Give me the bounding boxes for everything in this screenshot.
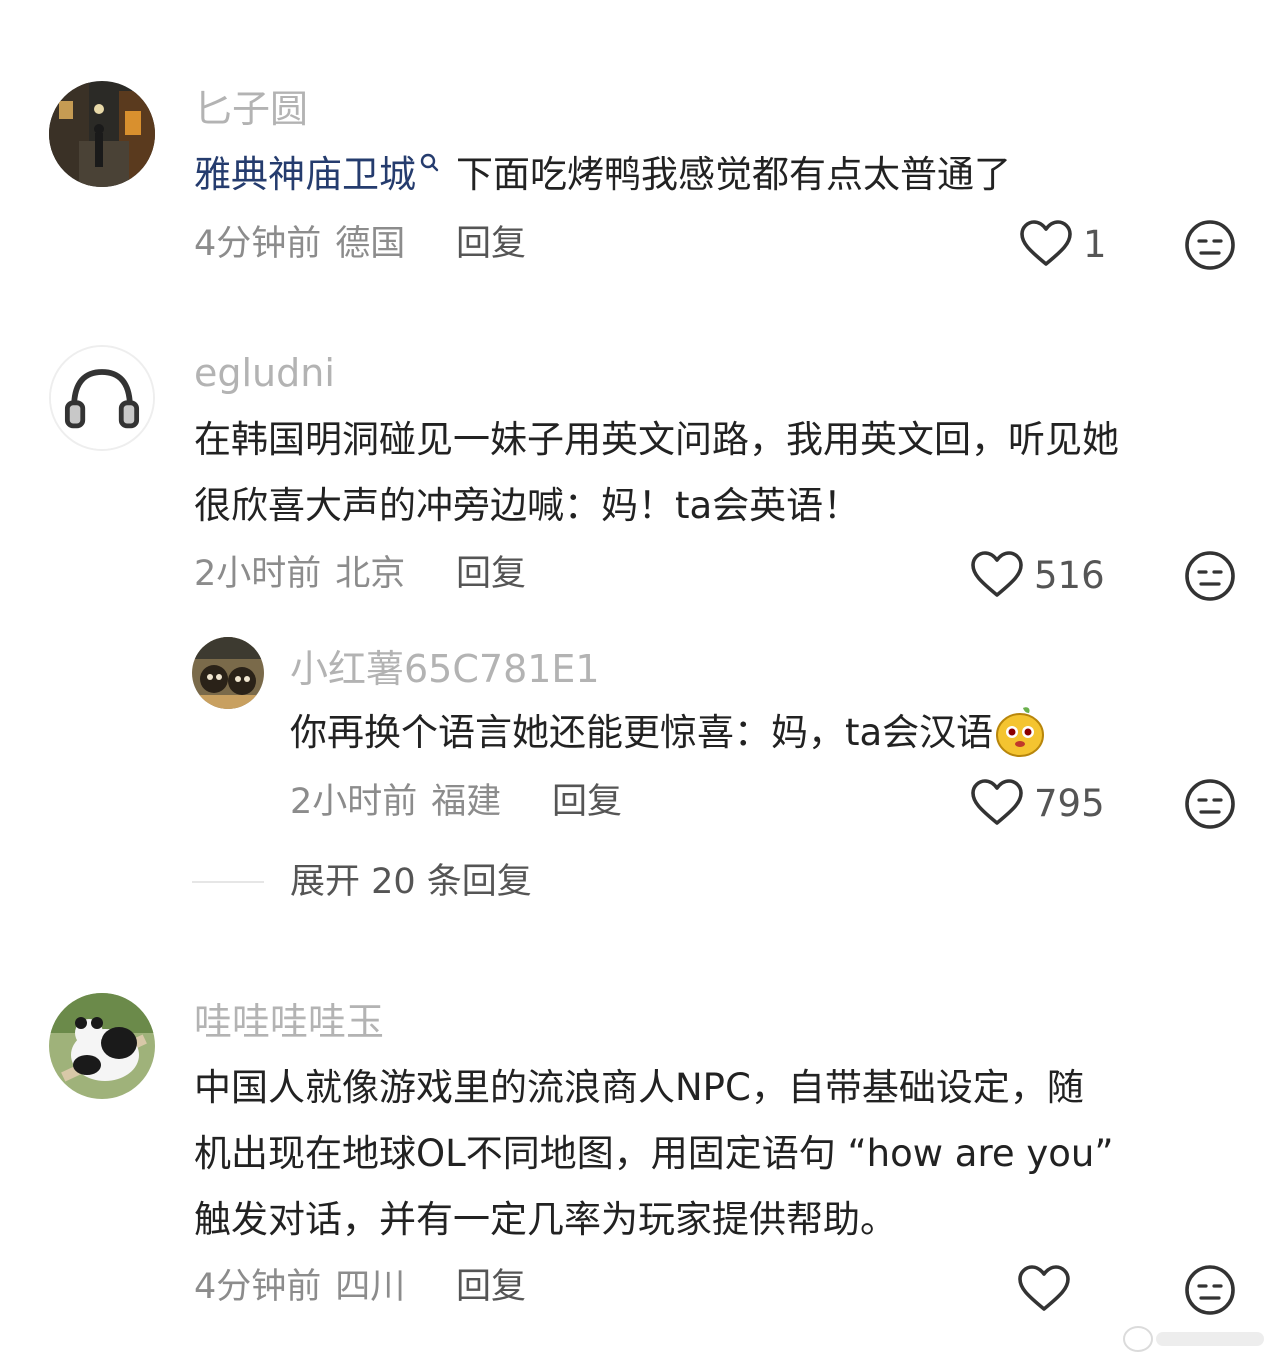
username[interactable]: egludni bbox=[194, 354, 335, 392]
comment-text-line-2: 机出现在地球OL不同地图，用固定语句 “how are you” bbox=[194, 1132, 1114, 1175]
reply-text: 你再换个语言她还能更惊喜：妈，ta会汉语 bbox=[290, 700, 1047, 766]
username[interactable]: 匕子圆 bbox=[194, 90, 308, 128]
like-button[interactable]: 516 bbox=[970, 551, 1105, 599]
heart-outline-icon bbox=[971, 551, 1023, 597]
headphones-avatar-icon bbox=[51, 347, 153, 449]
comment-text-line-1: 中国人就像游戏里的流浪商人NPC，自带基础设定，随 bbox=[194, 1066, 1084, 1109]
avatar-street-night-image bbox=[49, 81, 155, 187]
potato-emoji bbox=[996, 706, 1045, 757]
heart-outline-icon bbox=[1018, 1265, 1070, 1311]
reply-meta: 2小时前 福建 bbox=[290, 785, 501, 820]
heart-outline-icon bbox=[971, 779, 1023, 825]
neutral-face-icon bbox=[1185, 220, 1235, 270]
mention-link[interactable]: 雅典神庙卫城 bbox=[194, 153, 416, 196]
search-icon bbox=[420, 153, 439, 172]
neutral-face-icon bbox=[1185, 1265, 1235, 1315]
dislike-button[interactable] bbox=[1184, 778, 1236, 830]
comment-text-line-3: 触发对话，并有一定几率为玩家提供帮助。 bbox=[194, 1198, 897, 1241]
dislike-button[interactable] bbox=[1184, 219, 1236, 271]
reply-button[interactable]: 回复 bbox=[456, 557, 526, 592]
comment-text: 雅典神庙卫城 下面吃烤鸭我感觉都有点太普通了 bbox=[194, 142, 1011, 208]
avatar-panda-image bbox=[49, 993, 155, 1099]
avatar[interactable] bbox=[49, 81, 155, 187]
comment-text-body: 下面吃烤鸭我感觉都有点太普通了 bbox=[456, 153, 1011, 196]
neutral-face-icon bbox=[1185, 779, 1235, 829]
avatar-bears-image bbox=[192, 637, 264, 709]
reply-avatar[interactable] bbox=[192, 637, 264, 709]
watermark-logo bbox=[1123, 1326, 1264, 1352]
like-count: 795 bbox=[1034, 781, 1105, 825]
reply-username[interactable]: 小红薯65C781E1 bbox=[290, 650, 600, 688]
like-count: 516 bbox=[1034, 553, 1105, 597]
location: 北京 bbox=[335, 554, 406, 594]
comment-meta: 4分钟前 四川 bbox=[194, 1270, 405, 1305]
like-count: 1 bbox=[1083, 222, 1107, 266]
timestamp: 4分钟前 bbox=[194, 1267, 322, 1307]
comment-text-line-1: 在韩国明洞碰见一妹子用英文问路，我用英文回，听见她 bbox=[194, 418, 1119, 461]
username[interactable]: 哇哇哇哇玉 bbox=[194, 1003, 384, 1041]
reply-button[interactable]: 回复 bbox=[456, 227, 526, 262]
timestamp: 2小时前 bbox=[194, 554, 322, 594]
comment-meta: 2小时前 北京 bbox=[194, 557, 405, 592]
dislike-button[interactable] bbox=[1184, 1264, 1236, 1316]
location: 福建 bbox=[431, 782, 502, 822]
reply-button[interactable]: 回复 bbox=[552, 785, 622, 820]
reply-text-body: 你再换个语言她还能更惊喜：妈，ta会汉语 bbox=[290, 711, 994, 754]
comment-1: 匕子圆 雅典神庙卫城 下面吃烤鸭我感觉都有点太普通了 4分钟前 德国 回复 1 bbox=[0, 0, 1284, 300]
avatar[interactable] bbox=[49, 993, 155, 1099]
dislike-button[interactable] bbox=[1184, 550, 1236, 602]
heart-outline-icon bbox=[1020, 220, 1072, 266]
expand-divider bbox=[192, 881, 264, 883]
comment-text-line-2: 很欣喜大声的冲旁边喊：妈！ta会英语！ bbox=[194, 484, 861, 527]
timestamp: 2小时前 bbox=[290, 782, 418, 822]
like-button[interactable] bbox=[1017, 1265, 1081, 1313]
avatar[interactable] bbox=[49, 345, 155, 451]
location: 德国 bbox=[335, 224, 406, 264]
location: 四川 bbox=[335, 1267, 406, 1307]
like-button[interactable]: 1 bbox=[1019, 220, 1107, 268]
timestamp: 4分钟前 bbox=[194, 224, 322, 264]
neutral-face-icon bbox=[1185, 551, 1235, 601]
like-button[interactable]: 795 bbox=[970, 779, 1105, 827]
reply-button[interactable]: 回复 bbox=[456, 1270, 526, 1305]
expand-replies-button[interactable]: 展开 20 条回复 bbox=[290, 865, 532, 900]
comment-meta: 4分钟前 德国 bbox=[194, 227, 405, 262]
